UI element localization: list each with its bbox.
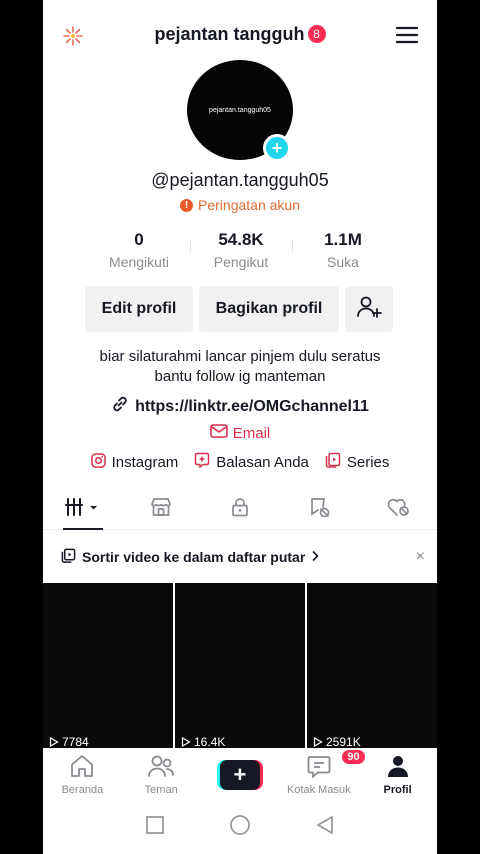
view-count: 16.4K — [181, 735, 225, 749]
chevron-right-icon — [311, 549, 319, 565]
add-friend-button[interactable] — [345, 286, 393, 332]
bio-line: bantu follow ig manteman — [154, 368, 326, 385]
your-replies-link[interactable]: Balasan Anda — [194, 452, 309, 472]
reply-add-icon — [194, 452, 210, 472]
email-label: Email — [232, 424, 271, 442]
bottom-nav: Beranda Teman + 90 Kotak Masuk Profil — [43, 748, 437, 800]
liked-heart-icon — [386, 497, 410, 522]
mail-icon — [209, 424, 228, 442]
view-count: 7784 — [49, 735, 89, 749]
profile-bio: biar silaturahmi lancar pinjem dulu sera… — [63, 347, 417, 387]
create-button[interactable]: + — [216, 760, 263, 790]
view-count-value: 7784 — [62, 735, 89, 749]
playlist-sort-banner[interactable]: Sortir video ke dalam daftar putar × — [43, 540, 437, 574]
instagram-label: Instagram — [111, 453, 179, 471]
account-warning[interactable]: ! Peringatan akun — [43, 197, 437, 213]
edit-profile-button[interactable]: Edit profil — [85, 286, 193, 332]
recents-icon[interactable] — [145, 815, 165, 840]
email-button[interactable]: Email — [43, 424, 437, 442]
add-avatar-plus-icon[interactable]: + — [263, 134, 291, 162]
tab-videos[interactable] — [43, 490, 122, 530]
tab-reposts[interactable] — [279, 490, 358, 529]
notification-badge: 8 — [307, 25, 326, 43]
bio-link[interactable]: https://linktr.ee/OMGchannel11 — [43, 395, 437, 418]
share-profile-button[interactable]: Bagikan profil — [199, 286, 339, 332]
tab-shop[interactable] — [122, 490, 201, 529]
series-link[interactable]: Series — [325, 452, 390, 472]
add-user-icon — [356, 295, 382, 324]
top-bar: pejantan tangguh 8 — [43, 0, 437, 68]
stat-following[interactable]: 0 Mengikuti — [88, 229, 190, 275]
play-icon — [181, 737, 191, 747]
stat-value: 54.8K — [218, 230, 264, 249]
hidden-post-icon — [308, 497, 330, 522]
stat-label: Suka — [327, 254, 359, 270]
friends-icon — [147, 754, 175, 781]
video-thumbnail[interactable]: 2591K — [307, 583, 437, 749]
menu-icon[interactable] — [395, 25, 419, 45]
shop-icon — [150, 497, 172, 522]
nav-create[interactable]: + — [201, 748, 280, 800]
stat-followers[interactable]: 54.8K Pengikut — [190, 229, 292, 275]
link-text: https://linktr.ee/OMGchannel11 — [135, 397, 369, 415]
nav-profile[interactable]: Profil — [358, 748, 437, 800]
nav-friends[interactable]: Teman — [122, 748, 201, 800]
nav-home[interactable]: Beranda — [43, 748, 122, 800]
home-icon — [69, 754, 95, 781]
stat-value: 0 — [134, 230, 144, 249]
instagram-link[interactable]: Instagram — [90, 452, 179, 472]
profile-username: @pejantan.tangguh05 — [151, 170, 329, 190]
tab-liked[interactable] — [358, 490, 437, 529]
stat-likes[interactable]: 1.1M Suka — [292, 229, 394, 275]
profile-stats: 0 Mengikuti 54.8K Pengikut 1.1M Suka — [88, 229, 394, 275]
bio-line: biar silaturahmi lancar pinjem dulu sera… — [99, 348, 381, 365]
sort-banner-text: Sortir video ke dalam daftar putar — [82, 549, 306, 565]
avatar-text: pejantan.tangguh05 — [209, 106, 271, 114]
series-icon — [325, 452, 341, 472]
inbox-icon — [306, 754, 332, 781]
view-count: 2591K — [313, 735, 361, 749]
playlist-icon — [61, 548, 76, 566]
play-icon — [313, 737, 323, 747]
system-nav-bar — [43, 800, 437, 854]
nav-label: Profil — [383, 784, 412, 796]
video-thumbnail[interactable]: 7784 — [43, 583, 173, 749]
view-count-value: 16.4K — [194, 735, 226, 749]
video-thumbnail[interactable]: 16.4K — [175, 583, 305, 749]
nav-inbox[interactable]: 90 Kotak Masuk — [279, 748, 365, 800]
warning-icon: ! — [180, 198, 194, 212]
replies-label: Balasan Anda — [216, 453, 309, 471]
nav-label: Teman — [144, 784, 178, 796]
stat-value: 1.1M — [324, 230, 362, 249]
home-circle-icon[interactable] — [229, 814, 251, 841]
video-grid-icon — [65, 497, 99, 522]
profile-icon — [386, 754, 410, 781]
view-count-value: 2591K — [326, 735, 361, 749]
stat-label: Mengikuti — [109, 254, 169, 270]
profile-screen: pejantan tangguh 8 pejantan.tangguh05 + … — [43, 0, 437, 854]
account-switcher[interactable]: pejantan tangguh 8 — [155, 24, 326, 45]
close-icon[interactable]: × — [416, 548, 425, 566]
content-tabs — [43, 490, 437, 530]
series-label: Series — [346, 453, 390, 471]
nav-label: Kotak Masuk — [286, 784, 351, 796]
play-icon — [49, 737, 59, 747]
tab-private[interactable] — [201, 490, 280, 529]
profile-extras: Instagram Balasan Anda Series — [43, 452, 437, 472]
instagram-icon — [90, 452, 106, 472]
creator-tools-icon[interactable] — [61, 24, 85, 48]
nav-label: Beranda — [61, 784, 104, 796]
back-triangle-icon[interactable] — [315, 815, 335, 840]
stat-label: Pengikut — [213, 254, 269, 270]
header-title: pejantan tangguh — [154, 23, 305, 44]
link-icon — [111, 395, 129, 418]
avatar-container[interactable]: pejantan.tangguh05 + — [187, 60, 293, 162]
lock-icon — [230, 497, 250, 522]
profile-actions: Edit profil Bagikan profil — [85, 286, 393, 332]
video-grid: 7784 16.4K 2591K — [43, 583, 437, 749]
plus-icon: + — [219, 760, 260, 790]
warning-label: Peringatan akun — [198, 197, 300, 213]
